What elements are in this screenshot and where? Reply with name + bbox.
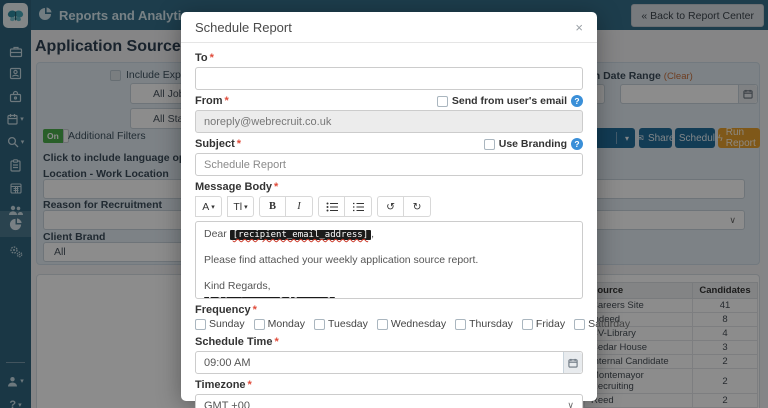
day-label: Saturday — [588, 318, 630, 330]
chevron-down-icon: ∨ — [567, 400, 574, 408]
message-body-label: Message Body* — [195, 181, 278, 193]
recipient-merge-tag: [recipient_email_address] — [230, 230, 371, 240]
app-window: Reports and Analytics « Back to Report C… — [0, 0, 768, 408]
redo-icon[interactable]: ↻ — [404, 196, 431, 217]
from-label: From* — [195, 95, 229, 107]
frequency-day-checkbox[interactable]: Sunday — [195, 318, 245, 330]
modal-title: Schedule Report — [195, 20, 292, 35]
frequency-day-checkbox[interactable]: Thursday — [455, 318, 513, 330]
send-from-users-email-option[interactable]: Send from user's email ? — [437, 95, 583, 107]
send-from-users-email-checkbox[interactable] — [437, 96, 448, 107]
checkbox-icon[interactable] — [574, 319, 585, 330]
close-icon[interactable]: × — [575, 21, 583, 34]
use-branding-option[interactable]: Use Branding ? — [484, 138, 583, 150]
message-body-editor[interactable]: Dear [recipient_email_address], Please f… — [195, 221, 583, 299]
day-label: Monday — [268, 318, 305, 330]
caret-down-icon: ▾ — [244, 203, 248, 211]
checkbox-icon[interactable] — [377, 319, 388, 330]
ordered-list-button[interactable] — [345, 196, 372, 217]
frequency-day-checkbox[interactable]: Monday — [254, 318, 305, 330]
day-label: Wednesday — [391, 318, 446, 330]
unordered-list-button[interactable] — [318, 196, 345, 217]
day-label: Friday — [536, 318, 565, 330]
subject-input[interactable]: Schedule Report — [195, 153, 583, 176]
checkbox-icon[interactable] — [254, 319, 265, 330]
italic-button[interactable]: I — [286, 196, 313, 217]
to-input[interactable] — [195, 67, 583, 90]
rich-text-toolbar: A▾ Tl▾ B I ↺ — [195, 196, 583, 217]
frequency-days: Sunday Monday Tuesday Wednesday Thursday Frid… — [195, 318, 583, 330]
body-line: Please find attached your weekly applica… — [204, 253, 574, 269]
frequency-label: Frequency* — [195, 304, 257, 316]
frequency-day-checkbox[interactable]: Tuesday — [314, 318, 368, 330]
help-icon[interactable]: ? — [571, 138, 583, 150]
frequency-day-checkbox[interactable]: Friday — [522, 318, 565, 330]
schedule-time-label: Schedule Time* — [195, 336, 279, 348]
help-icon[interactable]: ? — [571, 95, 583, 107]
subject-label: Subject* — [195, 138, 241, 150]
client-user-merge-tag: [client_user_full_name] — [204, 297, 335, 299]
checkbox-icon[interactable] — [314, 319, 325, 330]
checkbox-icon[interactable] — [455, 319, 466, 330]
bold-button[interactable]: B — [259, 196, 286, 217]
undo-icon[interactable]: ↺ — [377, 196, 404, 217]
greeting-line: Dear [recipient_email_address], — [204, 227, 574, 243]
use-branding-checkbox[interactable] — [484, 139, 495, 150]
to-label: To* — [195, 52, 214, 64]
schedule-report-modal: Schedule Report × To* From* Send from us… — [181, 12, 597, 401]
timezone-select[interactable]: GMT +00 ∨ — [195, 394, 583, 408]
caret-down-icon: ▾ — [211, 203, 215, 211]
schedule-time-input[interactable]: 09:00 AM — [195, 351, 583, 374]
font-color-button[interactable]: A▾ — [195, 196, 222, 217]
checkbox-icon[interactable] — [195, 319, 206, 330]
from-input: noreply@webrecruit.co.uk — [195, 110, 583, 133]
day-label: Tuesday — [328, 318, 368, 330]
day-label: Sunday — [209, 318, 245, 330]
frequency-day-checkbox[interactable]: Wednesday — [377, 318, 446, 330]
timezone-label: Timezone* — [195, 379, 252, 391]
day-label: Thursday — [469, 318, 513, 330]
font-size-button[interactable]: Tl▾ — [227, 196, 254, 217]
calendar-addon-icon[interactable] — [563, 352, 582, 373]
checkbox-icon[interactable] — [522, 319, 533, 330]
signoff-line: Kind Regards, — [204, 279, 574, 295]
frequency-day-checkbox[interactable]: Saturday — [574, 318, 630, 330]
